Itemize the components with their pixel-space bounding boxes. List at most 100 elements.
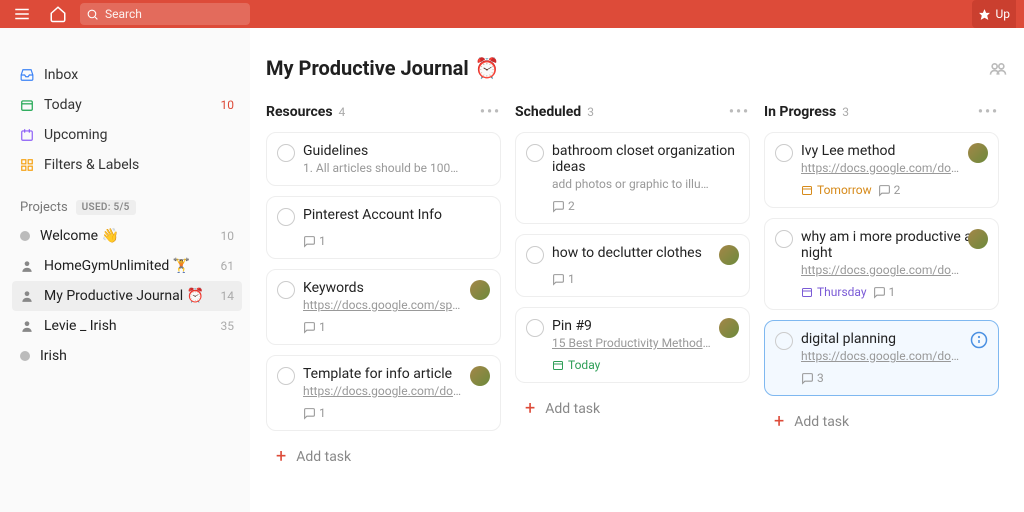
info-icon[interactable] [970, 331, 988, 349]
task-card[interactable]: Template for info article https://docs.go… [266, 355, 501, 431]
sidebar-item-inbox[interactable]: Inbox [12, 60, 242, 90]
plus-icon: + [774, 415, 784, 429]
column-more-icon[interactable]: ••• [978, 104, 999, 120]
menu-icon[interactable] [8, 0, 36, 28]
search-icon [86, 8, 99, 21]
task-checkbox[interactable] [526, 246, 544, 264]
sidebar: Inbox Today 10 Upcoming Filters & Labels… [0, 28, 250, 512]
assignee-avatar[interactable] [719, 245, 739, 265]
add-task-label: Add task [545, 401, 600, 417]
task-subtitle: 1. All articles should be 1000+ w… [303, 161, 463, 175]
comment-count[interactable]: 1 [873, 285, 896, 299]
task-checkbox[interactable] [277, 281, 295, 299]
comment-count[interactable]: 1 [303, 234, 326, 248]
task-card[interactable]: Pin #915 Best Productivity Methods Yo…To… [515, 307, 750, 383]
comment-count[interactable]: 3 [801, 371, 824, 385]
task-title: Template for info article [303, 366, 488, 382]
share-icon[interactable] [988, 58, 1008, 78]
sidebar-item-upcoming[interactable]: Upcoming [12, 120, 242, 150]
assignee-avatar[interactable] [470, 366, 490, 386]
upgrade-button[interactable]: Up [972, 0, 1016, 28]
projects-header-label: Projects [20, 200, 68, 215]
task-title: Pinterest Account Info [303, 207, 488, 223]
project-my-productive-journal[interactable]: My Productive Journal ⏰ 14 [12, 281, 242, 311]
comment-count[interactable]: 1 [552, 272, 575, 286]
column-header: Resources 4••• [266, 104, 501, 120]
project-label: Levie _ Irish [44, 318, 117, 334]
column-title: Resources [266, 104, 333, 120]
task-subtitle[interactable]: https://docs.google.com/docum… [801, 349, 961, 363]
projects-header: Projects USED: 5/5 [20, 200, 242, 215]
task-card[interactable]: how to declutter clothes1 [515, 234, 750, 297]
column-count: 3 [587, 105, 594, 119]
project-levie-irish[interactable]: Levie _ Irish 35 [12, 311, 242, 341]
person-icon [20, 289, 34, 303]
comment-count[interactable]: 1 [303, 320, 326, 334]
sidebar-item-filters[interactable]: Filters & Labels [12, 150, 242, 180]
assignee-avatar[interactable] [968, 143, 988, 163]
project-count: 10 [221, 229, 235, 243]
comment-count[interactable]: 1 [303, 406, 326, 420]
home-icon[interactable] [44, 0, 72, 28]
task-subtitle[interactable]: https://docs.google.com/spread… [303, 298, 463, 312]
project-irish[interactable]: Irish [12, 341, 242, 371]
task-subtitle[interactable]: https://docs.google.com/docum… [801, 263, 961, 277]
column-more-icon[interactable]: ••• [480, 104, 501, 120]
task-card[interactable]: Guidelines 1. All articles should be 1000… [266, 132, 501, 186]
task-checkbox[interactable] [277, 367, 295, 385]
task-subtitle[interactable]: 15 Best Productivity Methods Yo… [552, 336, 712, 350]
add-task-button[interactable]: +Add task [764, 406, 999, 438]
task-checkbox[interactable] [775, 144, 793, 162]
grid-icon [20, 158, 34, 172]
task-checkbox[interactable] [775, 230, 793, 248]
column-header: Scheduled 3••• [515, 104, 750, 120]
upcoming-icon [20, 128, 34, 142]
project-label: My Productive Journal ⏰ [44, 288, 204, 304]
task-checkbox[interactable] [277, 144, 295, 162]
column-in-progress: In Progress 3•••Ivy Lee methodhttps://do… [764, 104, 999, 473]
task-checkbox[interactable] [526, 319, 544, 337]
project-label: HomeGymUnlimited 🏋 [44, 258, 190, 274]
add-task-button[interactable]: + Add task [266, 441, 501, 473]
project-homegym[interactable]: HomeGymUnlimited 🏋 61 [12, 251, 242, 281]
search-box[interactable] [80, 3, 250, 25]
page-title: My Productive Journal ⏰ [266, 56, 500, 80]
task-card[interactable]: Ivy Lee methodhttps://docs.google.com/do… [764, 132, 999, 208]
sidebar-item-count: 10 [221, 98, 235, 112]
task-checkbox[interactable] [526, 144, 544, 162]
task-checkbox[interactable] [277, 208, 295, 226]
task-card[interactable]: digital planninghttps://docs.google.com/… [764, 320, 999, 396]
task-title: Keywords [303, 280, 488, 296]
column-scheduled: Scheduled 3•••bathroom closet organizati… [515, 104, 750, 473]
task-card[interactable]: Pinterest Account Info 1 [266, 196, 501, 259]
main: My Productive Journal ⏰ Resources 4••• Gu… [250, 28, 1024, 512]
task-title: Guidelines [303, 143, 488, 159]
search-input[interactable] [105, 7, 225, 21]
plus-icon: + [276, 450, 286, 464]
task-checkbox[interactable] [775, 332, 793, 350]
assignee-avatar[interactable] [968, 229, 988, 249]
project-welcome[interactable]: Welcome 👋 10 [12, 221, 242, 251]
comment-count[interactable]: 2 [552, 199, 575, 213]
person-icon [20, 259, 34, 273]
project-count: 61 [221, 259, 235, 273]
task-subtitle[interactable]: https://docs.google.com/docum… [801, 161, 961, 175]
sidebar-item-today[interactable]: Today 10 [12, 90, 242, 120]
task-title: why am i more productive at night [801, 229, 986, 261]
inbox-icon [20, 68, 34, 82]
column-more-icon[interactable]: ••• [729, 104, 750, 120]
clock-icon: ⏰ [475, 56, 500, 80]
task-card[interactable]: why am i more productive at night https:/… [764, 218, 999, 310]
task-card[interactable]: Keywords https://docs.google.com/spread… 1 [266, 269, 501, 345]
person-icon [20, 319, 34, 333]
add-task-button[interactable]: +Add task [515, 393, 750, 425]
assignee-avatar[interactable] [470, 280, 490, 300]
comment-count[interactable]: 2 [878, 183, 901, 197]
add-task-label: Add task [296, 449, 351, 465]
sidebar-item-label: Inbox [44, 67, 78, 83]
page-title-text: My Productive Journal [266, 56, 469, 80]
task-subtitle[interactable]: https://docs.google.com/docum… [303, 384, 463, 398]
assignee-avatar[interactable] [719, 318, 739, 338]
sidebar-item-label: Today [44, 97, 82, 113]
task-card[interactable]: bathroom closet organization ideasadd ph… [515, 132, 750, 224]
